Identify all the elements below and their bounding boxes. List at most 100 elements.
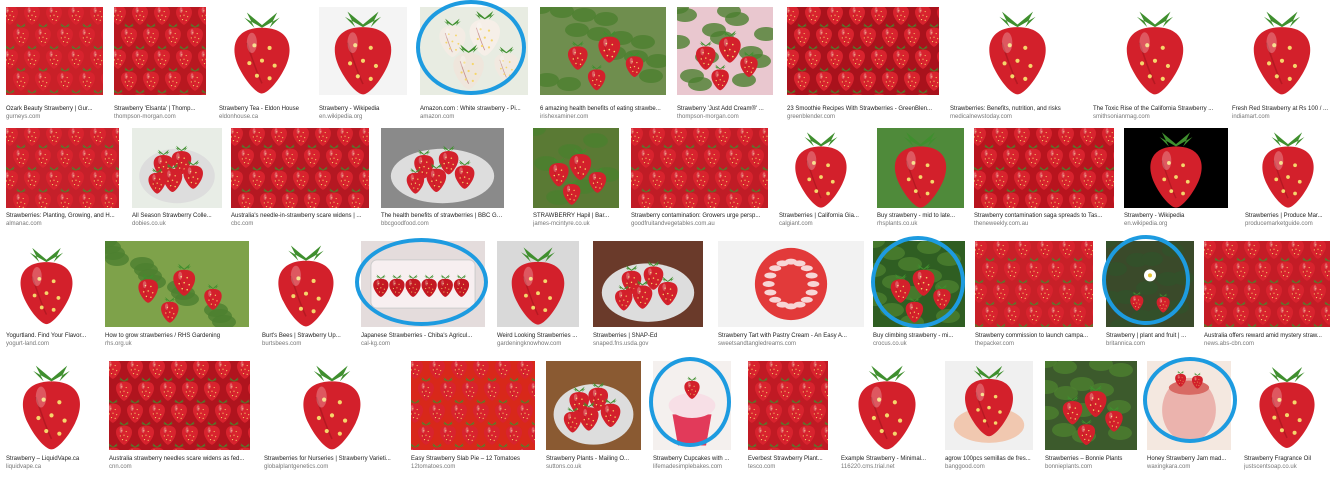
result-title[interactable]: Everbest Strawberry Plant... [748, 455, 828, 463]
image-result[interactable]: Fresh Red Strawberry at Rs 100 / ... indi… [1232, 7, 1332, 123]
strawberry-plant-thumbnail[interactable] [533, 128, 619, 208]
strawberry-pile-thumbnail[interactable] [411, 361, 535, 450]
image-result[interactable]: Strawberry Fragrance Oil justscentsoap.co… [1244, 361, 1330, 473]
result-title[interactable]: Strawberries | SNAP-Ed [593, 332, 703, 340]
image-result[interactable]: Easy Strawberry Slab Pie – 12 Tomatoes 12… [411, 361, 535, 473]
result-title[interactable]: Strawberry - Wikipedia [319, 105, 407, 113]
result-title[interactable]: Strawberry Cupcakes with ... [653, 455, 731, 463]
image-result[interactable]: Strawberry commission to launch campa...… [975, 241, 1093, 350]
result-title[interactable]: Strawberries: Benefits, nutrition, and r… [950, 105, 1085, 113]
result-title[interactable]: Strawberry - Wikipedia [1124, 212, 1228, 220]
result-title[interactable]: Buy strawberry - mid to late... [877, 212, 964, 220]
image-result[interactable]: agrow 100pcs semillas de fres... banggood… [945, 361, 1033, 473]
result-title[interactable]: Easy Strawberry Slab Pie – 12 Tomatoes [411, 455, 535, 463]
strawberry-pile-thumbnail[interactable] [114, 7, 206, 95]
result-title[interactable]: 6 amazing health benefits of eating stra… [540, 105, 666, 113]
result-title[interactable]: Strawberries: Planting, Growing, and H..… [6, 212, 119, 220]
single-strawberry-thumbnail[interactable] [219, 7, 305, 95]
image-result[interactable]: Yogurtland. Find Your Flavor... yogurt-la… [6, 241, 87, 350]
single-strawberry-thumbnail[interactable] [1093, 7, 1217, 95]
result-title[interactable]: Strawberry commission to launch campa... [975, 332, 1093, 340]
image-result[interactable]: Ozark Beauty Strawberry | Gur... gurneys.… [6, 7, 103, 123]
result-title[interactable]: Strawberries – Bonnie Plants [1045, 455, 1137, 463]
image-result[interactable]: Strawberry contamination: Growers urge p… [631, 128, 768, 230]
result-title[interactable]: Example Strawberry - Minimal... [841, 455, 933, 463]
strawberry-box-thumbnail[interactable] [361, 241, 485, 327]
result-title[interactable]: The health benefits of strawberries | BB… [381, 212, 504, 220]
strawberry-pile-thumbnail[interactable] [787, 7, 939, 95]
single-strawberry-thumbnail[interactable] [1244, 361, 1330, 450]
image-result[interactable]: Australia offers reward amid mystery str… [1204, 241, 1330, 350]
image-result[interactable]: Strawberry Plants - Mailing O... suttons.… [546, 361, 641, 473]
strawberry-bowl-thumbnail[interactable] [546, 361, 641, 450]
strawberry-pile-thumbnail[interactable] [974, 128, 1114, 208]
strawberry-pile-thumbnail[interactable] [6, 7, 103, 95]
strawberry-pile-thumbnail[interactable] [748, 361, 828, 450]
image-result[interactable]: Everbest Strawberry Plant... tesco.com [748, 361, 828, 473]
image-result[interactable]: Strawberries – Bonnie Plants bonnieplants… [1045, 361, 1137, 473]
strawberry-bowl-thumbnail[interactable] [132, 128, 222, 208]
image-result[interactable]: Amazon.com : White strawberry - Pi... ama… [416, 0, 528, 123]
single-strawberry-thumbnail[interactable] [264, 361, 400, 450]
result-title[interactable]: Yogurtland. Find Your Flavor... [6, 332, 87, 340]
strawberry-bowl-thumbnail[interactable] [593, 241, 703, 327]
result-title[interactable]: Burt's Bees | Strawberry Up... [262, 332, 350, 340]
result-title[interactable]: Weird Looking Strawberries ... [497, 332, 579, 340]
strawberry-jar-thumbnail[interactable] [1147, 361, 1231, 450]
image-result[interactable]: Strawberry 'Just Add Cream®' ... thompson… [677, 7, 773, 123]
strawberry-pile-thumbnail[interactable] [6, 128, 119, 208]
single-strawberry-thumbnail[interactable] [1245, 128, 1331, 208]
image-result[interactable]: Burt's Bees | Strawberry Up... burtsbees.… [262, 241, 350, 350]
result-title[interactable]: Strawberry contamination: Growers urge p… [631, 212, 768, 220]
image-result[interactable]: Example Strawberry - Minimal... 116220.cm… [841, 361, 933, 473]
strawberry-pile-thumbnail[interactable] [109, 361, 250, 450]
result-title[interactable]: 23 Smoothie Recipes With Strawberries - … [787, 105, 939, 113]
image-result[interactable]: Australia strawberry needles scare widen… [109, 361, 250, 473]
result-title[interactable]: Japanese Strawberries - Chiba's Agricul.… [361, 332, 485, 340]
image-result[interactable]: Strawberry Tea - Eldon House eldonhouse.c… [219, 7, 305, 123]
result-title[interactable]: Buy climbing strawberry - mi... [873, 332, 965, 340]
single-strawberry-thumbnail[interactable] [950, 7, 1085, 95]
single-strawberry-thumbnail[interactable] [877, 128, 964, 208]
result-title[interactable]: The Toxic Rise of the California Strawbe… [1093, 105, 1217, 113]
single-strawberry-thumbnail[interactable] [779, 128, 863, 208]
image-result[interactable]: Strawberry | plant and fruit | ... britan… [1102, 235, 1194, 350]
strawberry-flower-thumbnail[interactable] [1106, 241, 1194, 327]
strawberry-bowl-thumbnail[interactable] [381, 128, 504, 208]
result-title[interactable]: agrow 100pcs semillas de fres... [945, 455, 1033, 463]
image-result[interactable]: Strawberries: Planting, Growing, and H..… [6, 128, 119, 230]
result-title[interactable]: Strawberry Tart with Pastry Cream - An E… [718, 332, 864, 340]
result-title[interactable]: STRAWBERRY Hapil | Bar... [533, 212, 619, 220]
strawberry-hand-thumbnail[interactable] [945, 361, 1033, 450]
strawberry-plant-thumbnail[interactable] [677, 7, 773, 95]
result-title[interactable]: Strawberries | California Gia... [779, 212, 863, 220]
result-title[interactable]: Honey Strawberry Jam mad... [1147, 455, 1231, 463]
image-result[interactable]: Strawberries | California Gia... calgiant… [779, 128, 863, 230]
result-title[interactable]: Strawberries for Nurseries | Strawberry … [264, 455, 400, 463]
result-title[interactable]: Amazon.com : White strawberry - Pi... [420, 105, 528, 113]
single-strawberry-thumbnail[interactable] [841, 361, 933, 450]
result-title[interactable]: Strawberry Tea - Eldon House [219, 105, 305, 113]
image-result[interactable]: Strawberries | SNAP-Ed snaped.fns.usda.go… [593, 241, 703, 350]
image-result[interactable]: Strawberries for Nurseries | Strawberry … [264, 361, 400, 473]
image-result[interactable]: Strawberry - Wikipedia en.wikipedia.org [1124, 128, 1228, 230]
strawberry-pile-thumbnail[interactable] [1204, 241, 1330, 327]
image-result[interactable]: Strawberry Cupcakes with ... lifemadesimp… [649, 357, 731, 473]
strawberry-plant-thumbnail[interactable] [873, 241, 965, 327]
image-result[interactable]: The health benefits of strawberries | BB… [381, 128, 504, 230]
single-strawberry-thumbnail[interactable] [262, 241, 350, 327]
result-title[interactable]: Australia's needle-in-strawberry scare w… [231, 212, 369, 220]
result-title[interactable]: Ozark Beauty Strawberry | Gur... [6, 105, 103, 113]
strawberry-pile-thumbnail[interactable] [631, 128, 768, 208]
strawberry-pile-thumbnail[interactable] [231, 128, 369, 208]
image-result[interactable]: The Toxic Rise of the California Strawbe… [1093, 7, 1217, 123]
image-result[interactable]: Strawberries | Produce Mar... producemark… [1245, 128, 1331, 230]
result-title[interactable]: Australia strawberry needles scare widen… [109, 455, 250, 463]
image-result[interactable]: Strawberries: Benefits, nutrition, and r… [950, 7, 1085, 123]
strawberry-cupcake-thumbnail[interactable] [653, 361, 731, 450]
single-strawberry-thumbnail[interactable] [6, 361, 97, 450]
result-title[interactable]: Strawberry contamination saga spreads to… [974, 212, 1114, 220]
white-strawberries-thumbnail[interactable] [420, 7, 528, 95]
image-result[interactable]: Strawberry 'Elsanta' | Thomp... thompson-… [114, 7, 206, 123]
image-result[interactable]: Strawberry – LiquidVape.ca liquidvape.ca [6, 361, 97, 473]
